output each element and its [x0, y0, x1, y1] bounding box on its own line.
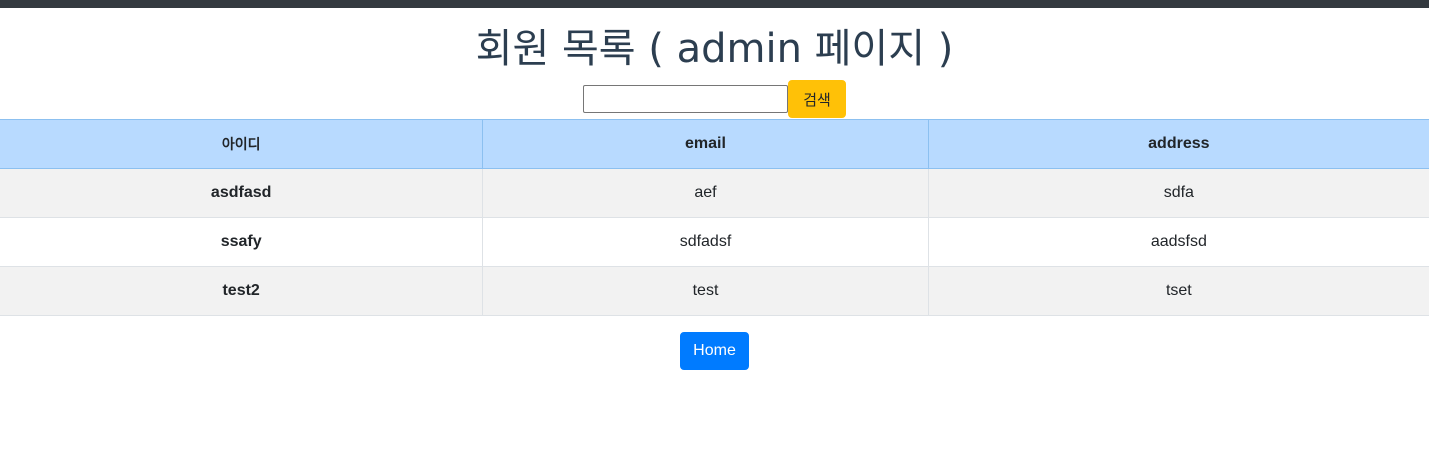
column-header-address: address	[927, 119, 1429, 169]
cell-email: sdfadsf	[482, 217, 929, 267]
cell-email: aef	[482, 168, 929, 218]
column-header-id: 아이디	[0, 119, 483, 169]
search-bar: 검색	[0, 80, 1429, 118]
cell-email: test	[482, 266, 929, 316]
table-row: ssafy sdfadsf aadsfsd	[0, 217, 1429, 267]
cell-id: asdfasd	[0, 168, 483, 218]
table-header: 아이디 email address	[0, 119, 1429, 169]
top-navbar	[0, 0, 1429, 8]
cell-address: aadsfsd	[927, 217, 1429, 267]
search-button[interactable]: 검색	[788, 80, 846, 118]
home-button[interactable]: Home	[680, 332, 749, 370]
table-row: asdfasd aef sdfa	[0, 168, 1429, 218]
member-table: 아이디 email address asdfasd aef sdfa ssafy…	[0, 119, 1429, 316]
cell-id: test2	[0, 266, 483, 316]
cell-address: tset	[927, 266, 1429, 316]
search-input[interactable]	[583, 85, 788, 113]
table-body: asdfasd aef sdfa ssafy sdfadsf aadsfsd t…	[0, 168, 1429, 316]
home-row: Home	[0, 332, 1429, 370]
table-header-row: 아이디 email address	[0, 119, 1429, 169]
cell-id: ssafy	[0, 217, 483, 267]
table-row: test2 test tset	[0, 266, 1429, 316]
page-title: 회원 목록 ( admin 페이지 )	[475, 26, 954, 72]
column-header-email: email	[482, 119, 929, 169]
cell-address: sdfa	[927, 168, 1429, 218]
